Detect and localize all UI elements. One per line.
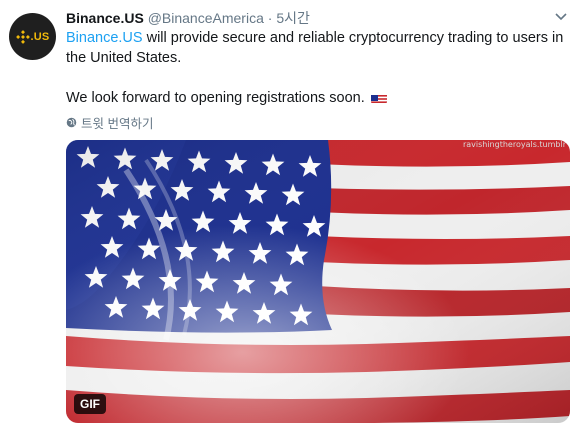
- tweet-header: Binance.US @BinanceAmerica · 5시간: [66, 9, 310, 27]
- avatar-logo-text: .US: [30, 30, 50, 43]
- separator-dot: ·: [267, 10, 273, 26]
- tweet-paragraph-2: We look forward to opening registrations…: [66, 88, 571, 108]
- translate-label[interactable]: 트윗 번역하기: [81, 113, 153, 132]
- binance-us-link[interactable]: Binance.US: [66, 30, 143, 46]
- chevron-down-icon[interactable]: [554, 12, 568, 22]
- tweet-paragraph-1: Binance.US will provide secure and relia…: [66, 28, 571, 68]
- gif-badge: GIF: [74, 394, 106, 414]
- binance-logo: .US: [15, 29, 50, 44]
- gif-watermark: ravishingtheroyals.tumblr: [462, 140, 566, 149]
- tweet-text-line2: We look forward to opening registrations…: [66, 90, 369, 106]
- american-flag-gif-image: [66, 140, 570, 423]
- us-flag-emoji-icon: [370, 92, 387, 103]
- tweet-card[interactable]: .US Binance.US @BinanceAmerica · 5시간 Bin…: [0, 0, 578, 432]
- translate-tweet-link[interactable]: 트윗 번역하기: [66, 113, 153, 132]
- binance-diamond-icon: [15, 29, 30, 44]
- globe-icon: [66, 117, 77, 128]
- avatar[interactable]: .US: [9, 13, 56, 60]
- tweet-text: Binance.US will provide secure and relia…: [66, 28, 571, 108]
- timestamp[interactable]: 5시간: [276, 10, 310, 26]
- author-handle[interactable]: @BinanceAmerica: [148, 10, 264, 26]
- author-name[interactable]: Binance.US: [66, 10, 144, 26]
- gif-media[interactable]: ravishingtheroyals.tumblr GIF: [66, 140, 570, 423]
